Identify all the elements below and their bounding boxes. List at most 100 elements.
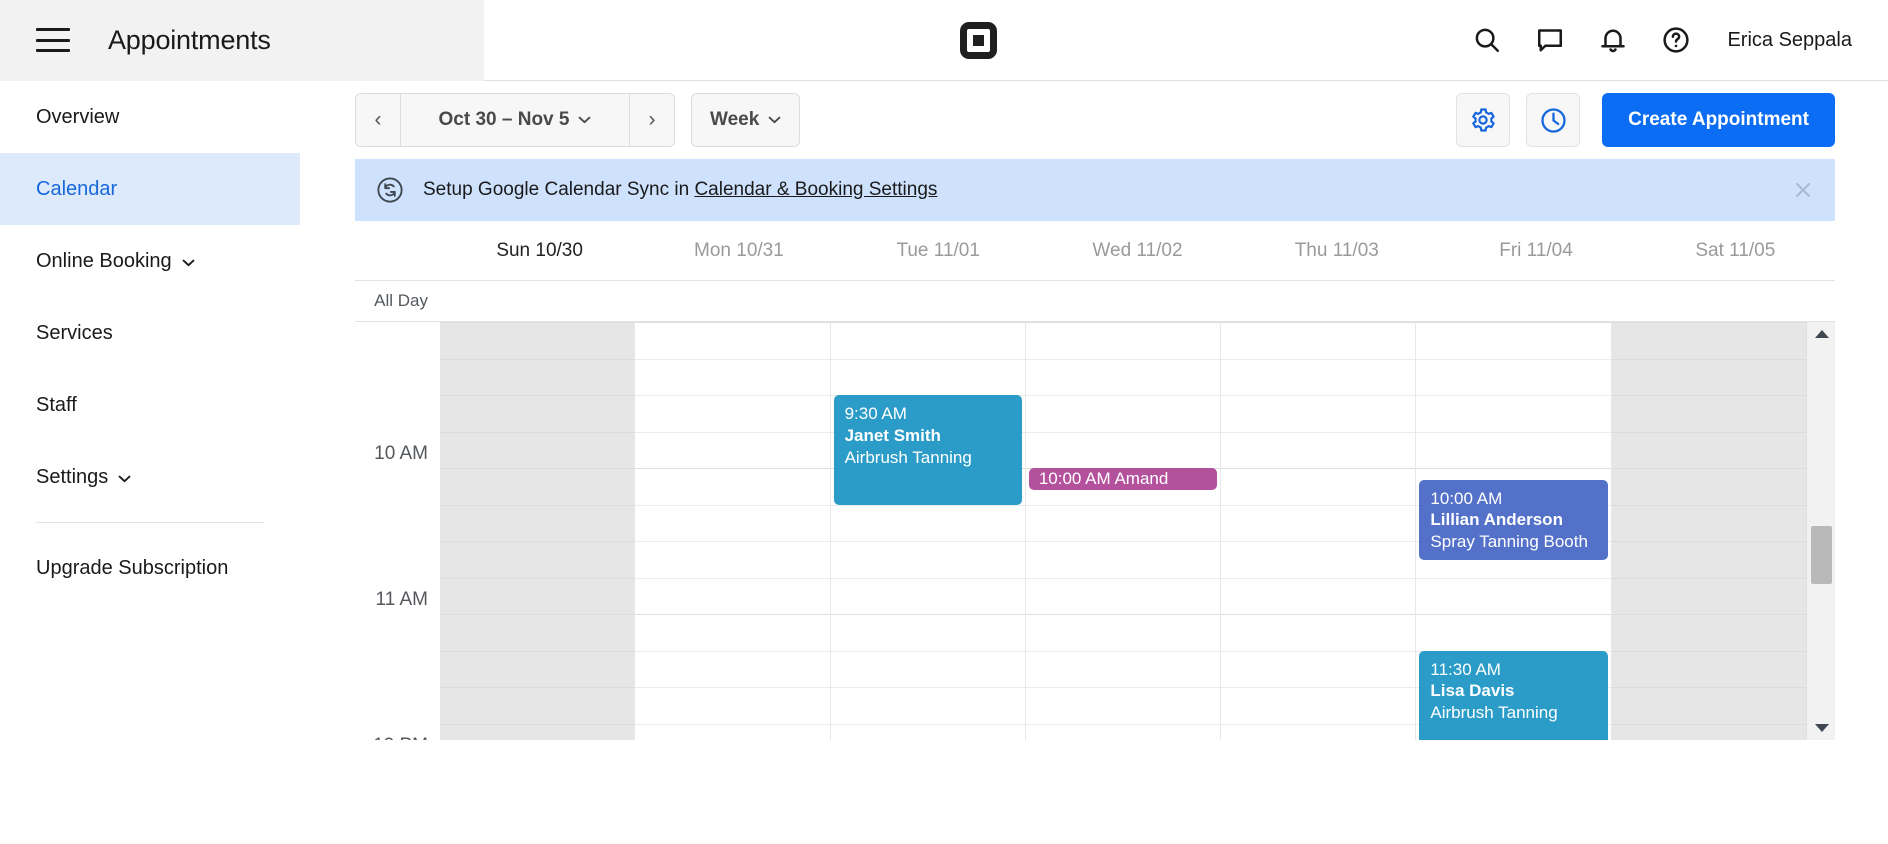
- header-right-section: Erica Seppala: [1472, 25, 1888, 55]
- create-appointment-button[interactable]: Create Appointment: [1602, 93, 1835, 147]
- grid-line: [1416, 432, 1610, 433]
- scrollbar-thumb[interactable]: [1811, 526, 1832, 585]
- scroll-down-arrow[interactable]: [1807, 716, 1835, 740]
- notifications-icon[interactable]: [1598, 25, 1628, 55]
- grid-line: [440, 505, 634, 506]
- messages-icon[interactable]: [1535, 25, 1565, 55]
- day-header-mon[interactable]: Mon 10/31: [639, 240, 838, 262]
- day-header-tue[interactable]: Tue 11/01: [839, 240, 1038, 262]
- event-service-name: Airbrush Tanning: [1430, 702, 1597, 724]
- event-time-label: 10:00 AM Amand: [1039, 468, 1168, 490]
- grid-line: [1221, 541, 1415, 542]
- time-gutter-column: 9 AM10 AM11 AM12 PM: [355, 322, 440, 740]
- grid-line: [635, 432, 829, 433]
- grid-line: [440, 541, 634, 542]
- calendar-settings-button[interactable]: [1456, 93, 1510, 147]
- grid-line: [1221, 505, 1415, 506]
- grid-line: [1416, 359, 1610, 360]
- previous-week-button[interactable]: ‹: [356, 94, 400, 146]
- date-range-selector[interactable]: Oct 30 – Nov 5: [400, 94, 630, 146]
- grid-line: [1221, 724, 1415, 725]
- day-column-sat[interactable]: [1612, 322, 1806, 740]
- availability-button[interactable]: [1526, 93, 1580, 147]
- sidebar-item-staff[interactable]: Staff: [0, 369, 300, 441]
- grid-line: [1221, 432, 1415, 433]
- chevron-down-icon: [182, 250, 195, 273]
- hamburger-menu-icon[interactable]: [36, 28, 70, 52]
- day-column-mon[interactable]: [635, 322, 830, 740]
- day-header-wed[interactable]: Wed 11/02: [1038, 240, 1237, 262]
- sidebar-item-services[interactable]: Services: [0, 297, 300, 369]
- day-column-thu[interactable]: [1221, 322, 1416, 740]
- grid-line: [1612, 322, 1806, 323]
- next-week-button[interactable]: ›: [630, 94, 674, 146]
- grid-line: [635, 651, 829, 652]
- help-icon[interactable]: [1661, 25, 1691, 55]
- grid-line: [1416, 468, 1610, 469]
- grid-line: [1612, 505, 1806, 506]
- grid-line: [1612, 468, 1806, 469]
- calendar-event[interactable]: 10:00 AMLillian AndersonSpray Tanning Bo…: [1419, 480, 1607, 560]
- sidebar-item-online-booking[interactable]: Online Booking: [0, 225, 300, 297]
- grid-line: [635, 468, 829, 469]
- sidebar-item-label: Online Booking: [36, 250, 172, 273]
- grid-line: [1221, 468, 1415, 469]
- grid-line: [831, 651, 1025, 652]
- calendar-event[interactable]: 11:30 AMLisa DavisAirbrush Tanning: [1419, 651, 1607, 741]
- day-column-sun[interactable]: [440, 322, 635, 740]
- chevron-down-icon: [578, 116, 591, 124]
- grid-line: [440, 432, 634, 433]
- grid-line: [1026, 724, 1220, 725]
- day-header-sun[interactable]: Sun 10/30: [440, 240, 639, 262]
- day-column-wed[interactable]: 10:00 AM Amand: [1026, 322, 1221, 740]
- day-header-thu[interactable]: Thu 11/03: [1237, 240, 1436, 262]
- view-mode-label: Week: [710, 109, 759, 131]
- sidebar-item-label: Services: [36, 322, 113, 345]
- calendar-day-headers: Sun 10/30 Mon 10/31 Tue 11/01 Wed 11/02 …: [355, 221, 1835, 281]
- grid-line: [635, 687, 829, 688]
- header-left-section: Appointments: [0, 0, 484, 81]
- grid-line: [440, 687, 634, 688]
- search-icon[interactable]: [1472, 25, 1502, 55]
- calendar-event[interactable]: 10:00 AM Amand: [1029, 468, 1217, 490]
- grid-line: [1612, 651, 1806, 652]
- day-column-tue[interactable]: 9:30 AMJanet SmithAirbrush Tanning: [831, 322, 1026, 740]
- grid-line: [440, 322, 634, 323]
- grid-line: [1026, 505, 1220, 506]
- view-mode-selector[interactable]: Week: [691, 93, 800, 147]
- sidebar-item-label: Upgrade Subscription: [36, 557, 228, 580]
- grid-line: [1612, 541, 1806, 542]
- calendar-event[interactable]: 9:30 AMJanet SmithAirbrush Tanning: [834, 395, 1022, 505]
- grid-line: [1416, 614, 1610, 615]
- sidebar-item-settings[interactable]: Settings: [0, 441, 300, 513]
- day-column-fri[interactable]: 10:00 AMLillian AndersonSpray Tanning Bo…: [1416, 322, 1611, 740]
- scroll-up-arrow[interactable]: [1807, 322, 1835, 346]
- grid-line: [440, 468, 634, 469]
- banner-message: Setup Google Calendar Sync in Calendar &…: [423, 179, 937, 201]
- grid-line: [635, 541, 829, 542]
- calendar-booking-settings-link[interactable]: Calendar & Booking Settings: [694, 179, 937, 200]
- user-account-name[interactable]: Erica Seppala: [1727, 29, 1852, 52]
- grid-line: [831, 322, 1025, 323]
- sidebar-item-calendar[interactable]: Calendar: [0, 153, 300, 225]
- sidebar-item-upgrade-subscription[interactable]: Upgrade Subscription: [0, 532, 300, 604]
- calendar-toolbar: ‹ Oct 30 – Nov 5 › Week Create Appoin: [300, 81, 1888, 159]
- grid-line: [440, 651, 634, 652]
- day-header-fri[interactable]: Fri 11/04: [1436, 240, 1635, 262]
- sidebar-item-overview[interactable]: Overview: [0, 81, 300, 153]
- grid-line: [440, 724, 634, 725]
- grid-line: [1221, 651, 1415, 652]
- grid-line: [1612, 724, 1806, 725]
- clock-icon: [1539, 106, 1568, 135]
- calendar-vertical-scrollbar[interactable]: [1806, 322, 1835, 740]
- sidebar-navigation: Overview Calendar Online Booking Service…: [0, 81, 300, 844]
- grid-line: [1221, 395, 1415, 396]
- grid-line: [1026, 359, 1220, 360]
- close-icon[interactable]: [1793, 180, 1813, 200]
- grid-line: [1026, 541, 1220, 542]
- grid-line: [1026, 395, 1220, 396]
- header-center-section: [484, 22, 1472, 59]
- grid-line: [1612, 578, 1806, 579]
- all-day-label: All Day: [355, 291, 440, 311]
- day-header-sat[interactable]: Sat 11/05: [1636, 240, 1835, 262]
